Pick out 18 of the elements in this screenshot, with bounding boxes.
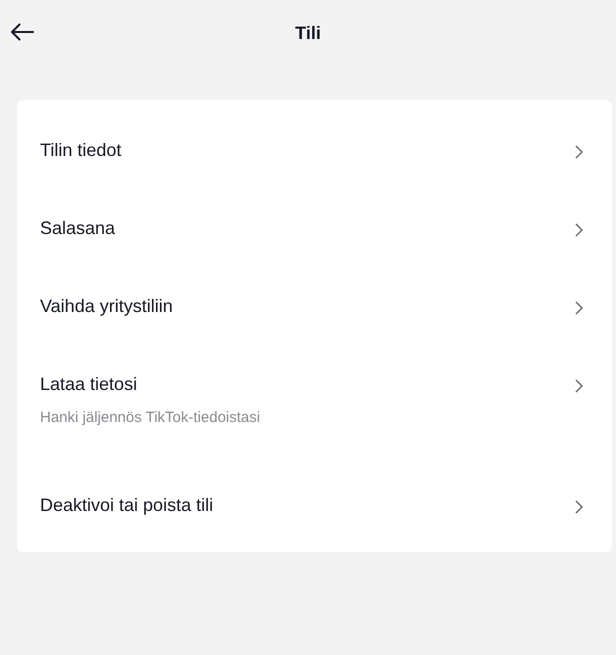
item-label: Salasana — [40, 216, 116, 240]
chevron-icon — [575, 379, 583, 393]
menu-item[interactable]: Tilin tiedot — [17, 111, 612, 189]
menu-item[interactable]: Lataa tietosi Hanki jäljennös TikTok-tiedoistasi — [17, 345, 612, 466]
chevron-icon — [575, 145, 583, 159]
back-arrow-icon — [10, 23, 34, 41]
page-title: Tili — [295, 22, 321, 44]
item-label: Vaihda yritystiliin — [40, 294, 173, 318]
menu-item[interactable]: Vaihda yritystiliin — [17, 267, 612, 345]
menu-item[interactable]: Deaktivoi tai poista tili — [17, 466, 612, 544]
item-description: Hanki jäljennös TikTok-tiedoistasi — [40, 408, 260, 428]
item-label: Tilin tiedot — [40, 138, 122, 162]
chevron-icon — [575, 301, 583, 315]
chevron-icon — [575, 223, 583, 237]
item-label: Deaktivoi tai poista tili — [40, 494, 214, 517]
menu-item[interactable]: Salasana — [17, 189, 612, 267]
chevron-icon — [575, 500, 583, 514]
item-label: Lataa tietosi — [40, 372, 138, 396]
